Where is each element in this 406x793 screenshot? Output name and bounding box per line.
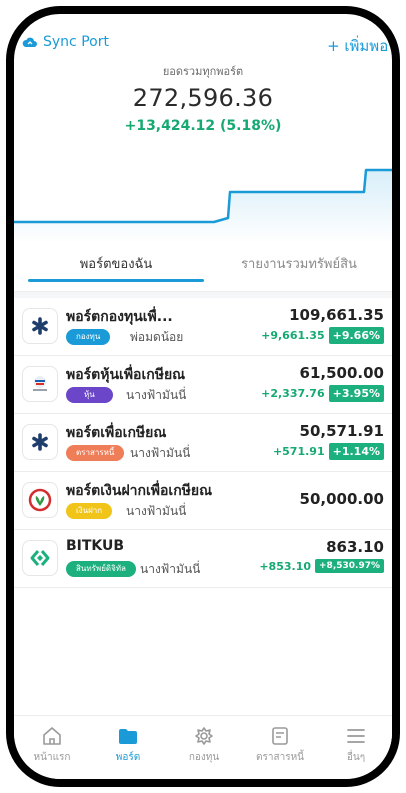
sync-port-label: Sync Port [43, 34, 109, 50]
phone-frame: Sync Port + เพิ่มพอร์ต ยอดรวมทุกพอร์ต 27… [6, 6, 400, 787]
portfolio-name: BITKUB [66, 538, 125, 554]
portfolio-change: +9,661.35 +9.66% [261, 327, 384, 344]
change-percent-badge: +9.66% [328, 327, 384, 344]
portfolio-row-deposit[interactable]: พอร์ตเงินฝากเพื่อเกษียณ เงินฝาก นางฟ้ามั… [14, 472, 392, 530]
change-percent-badge: +3.95% [328, 385, 384, 402]
sync-port-button[interactable]: Sync Port [22, 34, 109, 50]
change-amount: +853.10 [259, 559, 312, 573]
portfolio-name: พอร์ตกองทุนเพื่... [66, 309, 173, 325]
bottom-nav: หน้าแรก พอร์ต กองทุน ตราสารหนี้ อื่นๆ [14, 715, 392, 779]
portfolio-list: พอร์ตกองทุนเพื่... กองทุน พ่อมดน้อย 109,… [14, 298, 392, 588]
portfolio-row-bond[interactable]: พอร์ตเพื่อเกษียณ ตราสารหนี้ นางฟ้ามันนี่… [14, 414, 392, 472]
portfolio-type-badge: สินทรัพย์ดิจิทัล [66, 561, 136, 577]
screen: Sync Port + เพิ่มพอร์ต ยอดรวมทุกพอร์ต 27… [14, 14, 392, 779]
portfolio-value: 109,661.35 [289, 306, 384, 324]
portfolio-value: 50,000.00 [299, 490, 384, 508]
nav-label: หน้าแรก [33, 752, 71, 763]
portfolio-row-stock[interactable]: พอร์ตหุ้นเพื่อเกษียณ หุ้น นางฟ้ามันนี่ 6… [14, 356, 392, 414]
change-amount: +9,661.35 [261, 329, 325, 342]
portfolio-name: พอร์ตเพื่อเกษียณ [66, 425, 167, 441]
tab-my-portfolio[interactable]: พอร์ตของฉัน [28, 252, 204, 290]
fund-icon [195, 727, 213, 745]
portfolio-tabs: พอร์ตของฉัน รายงานรวมทรัพย์สิน [14, 252, 392, 292]
total-value: 272,596.36 [132, 84, 274, 112]
portfolio-type-badge: ตราสารหนี้ [66, 445, 125, 461]
portfolio-row-crypto[interactable]: BITKUB สินทรัพย์ดิจิทัล นางฟ้ามันนี่ 863… [14, 530, 392, 588]
portfolio-name: พอร์ตหุ้นเพื่อเกษียณ [66, 367, 186, 383]
portfolio-change: +571.91 +1.14% [273, 443, 384, 460]
portfolio-type-badge: หุ้น [66, 387, 113, 403]
portfolio-change: +853.10 +8,530.97% [259, 559, 384, 573]
broker-logo-icon [22, 366, 58, 402]
cloud-sync-icon [22, 37, 37, 47]
portfolio-value-graph [14, 168, 392, 244]
change-percent-badge: +8,530.97% [315, 559, 384, 573]
nav-portfolio[interactable]: พอร์ต [90, 726, 166, 765]
portfolio-type-badge: กองทุน [66, 329, 111, 345]
nav-label: ตราสารหนี้ [256, 752, 304, 763]
home-icon [43, 727, 61, 745]
bank-logo-icon [22, 482, 58, 518]
top-bar: Sync Port + เพิ่มพอร์ต [14, 34, 392, 55]
portfolio-value: 50,571.91 [299, 422, 384, 440]
portfolio-row-fund[interactable]: พอร์ตกองทุนเพื่... กองทุน พ่อมดน้อย 109,… [14, 298, 392, 356]
change-amount: +571.91 [272, 445, 325, 458]
portfolio-summary: ยอดรวมทุกพอร์ต 272,596.36 +13,424.12 (5.… [14, 62, 392, 134]
nav-fund[interactable]: กองทุน [166, 726, 242, 765]
tab-asset-report[interactable]: รายงานรวมทรัพย์สิน [214, 252, 384, 290]
add-portfolio-button[interactable]: + เพิ่มพอร์ต [327, 34, 392, 58]
document-icon [272, 727, 288, 745]
portfolio-owner: นางฟ้ามันนี่ [140, 562, 201, 576]
menu-icon [347, 729, 365, 743]
nav-label: พอร์ต [115, 752, 141, 763]
asterisk-logo-icon [22, 424, 58, 460]
folder-icon [119, 729, 137, 744]
portfolio-owner: นางฟ้ามันนี่ [126, 504, 187, 518]
portfolio-value: 61,500.00 [299, 364, 384, 382]
change-percent-badge: +1.14% [328, 443, 384, 460]
portfolio-type-badge: เงินฝาก [66, 503, 113, 519]
total-change: +13,424.12 (5.18%) [124, 118, 282, 134]
total-caption: ยอดรวมทุกพอร์ต [162, 65, 244, 78]
nav-label: กองทุน [188, 752, 220, 763]
portfolio-owner: นางฟ้ามันนี่ [126, 388, 187, 402]
nav-home[interactable]: หน้าแรก [14, 726, 90, 765]
portfolio-value: 863.10 [326, 538, 384, 556]
asterisk-logo-icon [22, 308, 58, 344]
portfolio-owner: นางฟ้ามันนี่ [130, 446, 191, 460]
bitkub-logo-icon [22, 540, 58, 576]
portfolio-name: พอร์ตเงินฝากเพื่อเกษียณ [66, 483, 213, 499]
nav-bond[interactable]: ตราสารหนี้ [242, 726, 318, 765]
nav-label: อื่นๆ [346, 752, 366, 763]
nav-more[interactable]: อื่นๆ [318, 726, 392, 765]
change-amount: +2,337.76 [261, 387, 325, 400]
portfolio-change: +2,337.76 +3.95% [261, 385, 384, 402]
portfolio-owner: พ่อมดน้อย [130, 330, 184, 344]
graph-area [14, 170, 392, 244]
